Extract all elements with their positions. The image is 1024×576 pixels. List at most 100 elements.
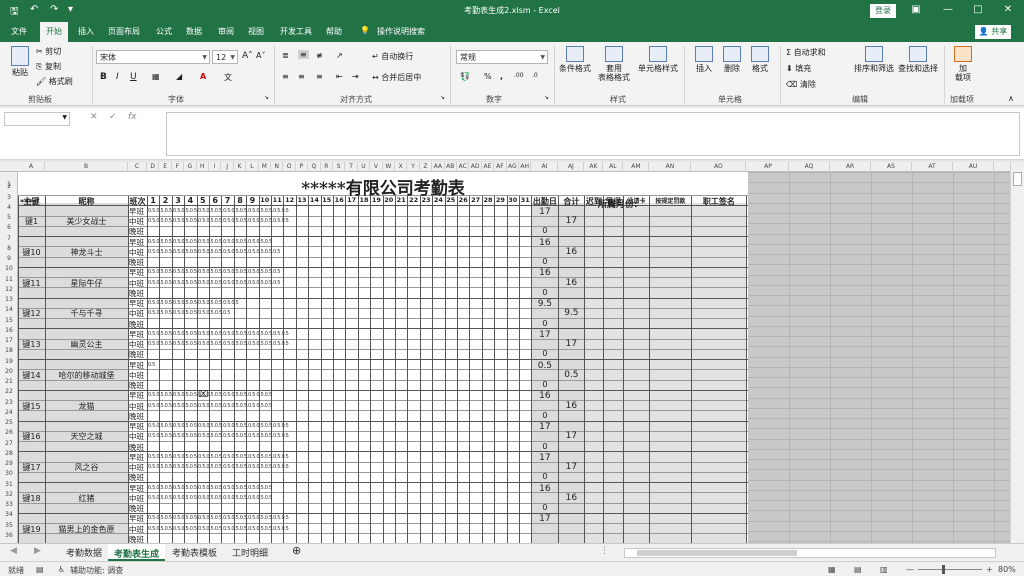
employee-key[interactable]: 键10: [18, 247, 45, 258]
cancel-icon[interactable]: ✕: [90, 112, 98, 122]
tab-developer[interactable]: 开发工具: [280, 26, 312, 37]
row-header-30[interactable]: 30: [0, 469, 17, 479]
row-header-16[interactable]: 16: [0, 326, 17, 336]
page-break-view-icon[interactable]: ▥: [880, 565, 888, 574]
employee-attend-a[interactable]: 16: [531, 268, 558, 278]
clear-button[interactable]: ⌫ 清除: [786, 79, 816, 90]
tell-me-search[interactable]: 操作说明搜索: [377, 26, 425, 37]
employee-total[interactable]: 16: [558, 278, 584, 288]
employee-key[interactable]: 键14: [18, 370, 45, 381]
bold-button[interactable]: B: [100, 72, 107, 82]
fill-button[interactable]: ⬇ 填充: [786, 63, 811, 74]
shift-attendance-marks[interactable]: 0.5.0.5.0.5.0.5.0.5.0.5.0.5.0.5.0.5.0.5.…: [148, 218, 289, 224]
conditional-format-button[interactable]: 条件格式: [558, 46, 592, 73]
sheet-tab-template[interactable]: 考勤表模板: [172, 546, 217, 559]
column-header-X[interactable]: X: [395, 162, 408, 172]
row-header-33[interactable]: 33: [0, 500, 17, 510]
font-color-icon[interactable]: A: [200, 72, 206, 81]
column-header-AT[interactable]: AT: [912, 162, 953, 172]
align-right-icon[interactable]: ≡: [316, 72, 323, 81]
row-header-7[interactable]: 7: [0, 234, 17, 244]
employee-key[interactable]: 键13: [18, 339, 45, 350]
employee-attend-a[interactable]: 17: [531, 207, 558, 217]
employee-attend-a[interactable]: 9.5: [531, 299, 558, 309]
align-bottom-icon[interactable]: ≢: [316, 51, 323, 60]
row-header-32[interactable]: 32: [0, 490, 17, 500]
column-header-L[interactable]: L: [246, 162, 259, 172]
row-header-34[interactable]: 34: [0, 510, 17, 520]
shift-attendance-marks[interactable]: 0.5.0.5.0.5.0.5.0.5.0.5.0.5.0.5.0.5.0.5.…: [148, 208, 289, 214]
cut-button[interactable]: ✂ 剪切: [36, 46, 61, 57]
row-header-12[interactable]: 12: [0, 285, 17, 295]
shift-attendance-marks[interactable]: 0.5.0.5 0.5.0.5.0.5.0.5.0.5.0.5.0.5.0.5: [148, 310, 230, 316]
shift-attendance-marks[interactable]: 0.5.0.5.0.5.0.5.0.5.0.5.0.5.0.5.0.5.0.5.…: [148, 526, 289, 532]
shift-attendance-marks[interactable]: 0.5.0.5.0.5.0.5.0.5.0.5.0.5.0.5.0.5.0.5.…: [148, 392, 272, 398]
hscroll-thumb[interactable]: [637, 550, 797, 556]
shift-attendance-marks[interactable]: 0.5.0.5.0.5.0.5.0.5.0.5.0.5.0.5.0.5.0.5.…: [148, 423, 289, 429]
shift-attendance-marks[interactable]: 0.5.0.5.0.5.0.5.0.5.0.5.0.5.0.5.0.5.0.5.…: [148, 403, 272, 409]
collapse-ribbon-icon[interactable]: ∧: [1008, 94, 1014, 103]
phonetic-icon[interactable]: 文: [224, 72, 232, 83]
column-header-AB[interactable]: AB: [445, 162, 457, 172]
column-header-V[interactable]: V: [370, 162, 383, 172]
employee-nick[interactable]: 千与千寻: [45, 308, 128, 319]
ribbon-display-icon[interactable]: ▣: [906, 4, 926, 15]
comma-icon[interactable]: ,: [500, 72, 503, 81]
worksheet-grid[interactable]: 主键 昵称 班次 1 2 3 4 5 6 7 8 9 10 11 12 13 14 15 16 17 18 19 20 21 2…: [18, 172, 1010, 543]
row-header-26[interactable]: 26: [0, 428, 17, 438]
border-icon[interactable]: ▦: [152, 72, 160, 81]
employee-nick[interactable]: 猫男上的金色原: [45, 524, 128, 535]
shift-attendance-marks[interactable]: 0.5.0.5.0.5.0.5.0.5.0.5.0.5.0.5.0.5.0.5.…: [148, 515, 289, 521]
column-header-A[interactable]: A: [18, 162, 45, 172]
tab-review[interactable]: 审阅: [218, 26, 234, 37]
employee-attend-a[interactable]: 16: [531, 391, 558, 401]
minimize-icon[interactable]: —: [938, 4, 958, 15]
employee-nick[interactable]: 星际牛仔: [45, 278, 128, 289]
enter-icon[interactable]: ✓: [109, 112, 117, 122]
decrease-decimal-icon[interactable]: .0: [532, 72, 538, 79]
column-header-AD[interactable]: AD: [469, 162, 482, 172]
row2-left[interactable]: ***:: [20, 198, 36, 207]
delete-cells-button[interactable]: 删除: [718, 46, 746, 73]
employee-key[interactable]: 键16: [18, 431, 45, 442]
column-header-Z[interactable]: Z: [420, 162, 433, 172]
macro-record-icon[interactable]: ▤: [36, 565, 44, 574]
column-header-F[interactable]: F: [172, 162, 185, 172]
format-cells-button[interactable]: 格式: [746, 46, 774, 73]
font-dialog-launcher-icon[interactable]: ↘: [264, 94, 269, 101]
row-header-31[interactable]: 31: [0, 480, 17, 490]
sheet-title[interactable]: *****有限公司考勤表: [18, 174, 748, 199]
formula-input[interactable]: [166, 112, 1020, 156]
employee-nick[interactable]: 神龙斗士: [45, 247, 128, 258]
sheet-tab-attendance-data[interactable]: 考勤数据: [66, 546, 102, 559]
shift-label[interactable]: 晚班: [129, 534, 144, 543]
number-format-combo[interactable]: 常规 ▼: [456, 50, 548, 64]
column-header-G[interactable]: G: [184, 162, 197, 172]
row-header-14[interactable]: 14: [0, 305, 17, 315]
tab-page-layout[interactable]: 页面布局: [108, 26, 140, 37]
tab-split-icon[interactable]: ⋮: [600, 546, 609, 556]
tab-insert[interactable]: 插入: [78, 26, 94, 37]
sheet-tab-generate[interactable]: 考勤表生成: [108, 544, 166, 561]
sort-filter-button[interactable]: 排序和筛选: [852, 46, 896, 73]
employee-nick[interactable]: 天空之城: [45, 431, 128, 442]
name-box[interactable]: ▼: [4, 112, 70, 126]
column-header-AE[interactable]: AE: [482, 162, 495, 172]
shift-attendance-marks[interactable]: 0.5: [148, 362, 155, 368]
fill-color-icon[interactable]: ◢: [176, 72, 182, 81]
row-header-13[interactable]: 13: [0, 295, 17, 305]
row-header-10[interactable]: 10: [0, 264, 17, 274]
employee-attend-b[interactable]: 0: [531, 319, 558, 328]
column-header-AF[interactable]: AF: [494, 162, 507, 172]
align-center-icon[interactable]: ≡: [298, 72, 305, 81]
zoom-in-icon[interactable]: +: [986, 565, 993, 574]
tab-data[interactable]: 数据: [186, 26, 202, 37]
accessibility-icon[interactable]: ♿: [58, 565, 65, 574]
font-name-combo[interactable]: 宋体 ▼: [96, 50, 210, 64]
align-top-icon[interactable]: ≣: [282, 51, 289, 60]
column-header-AK[interactable]: AK: [584, 162, 604, 172]
underline-button[interactable]: U: [130, 72, 137, 82]
row-header-2[interactable]: 2: [0, 182, 17, 192]
fx-icon[interactable]: fx: [128, 112, 137, 122]
row-header-25[interactable]: 25: [0, 418, 17, 428]
